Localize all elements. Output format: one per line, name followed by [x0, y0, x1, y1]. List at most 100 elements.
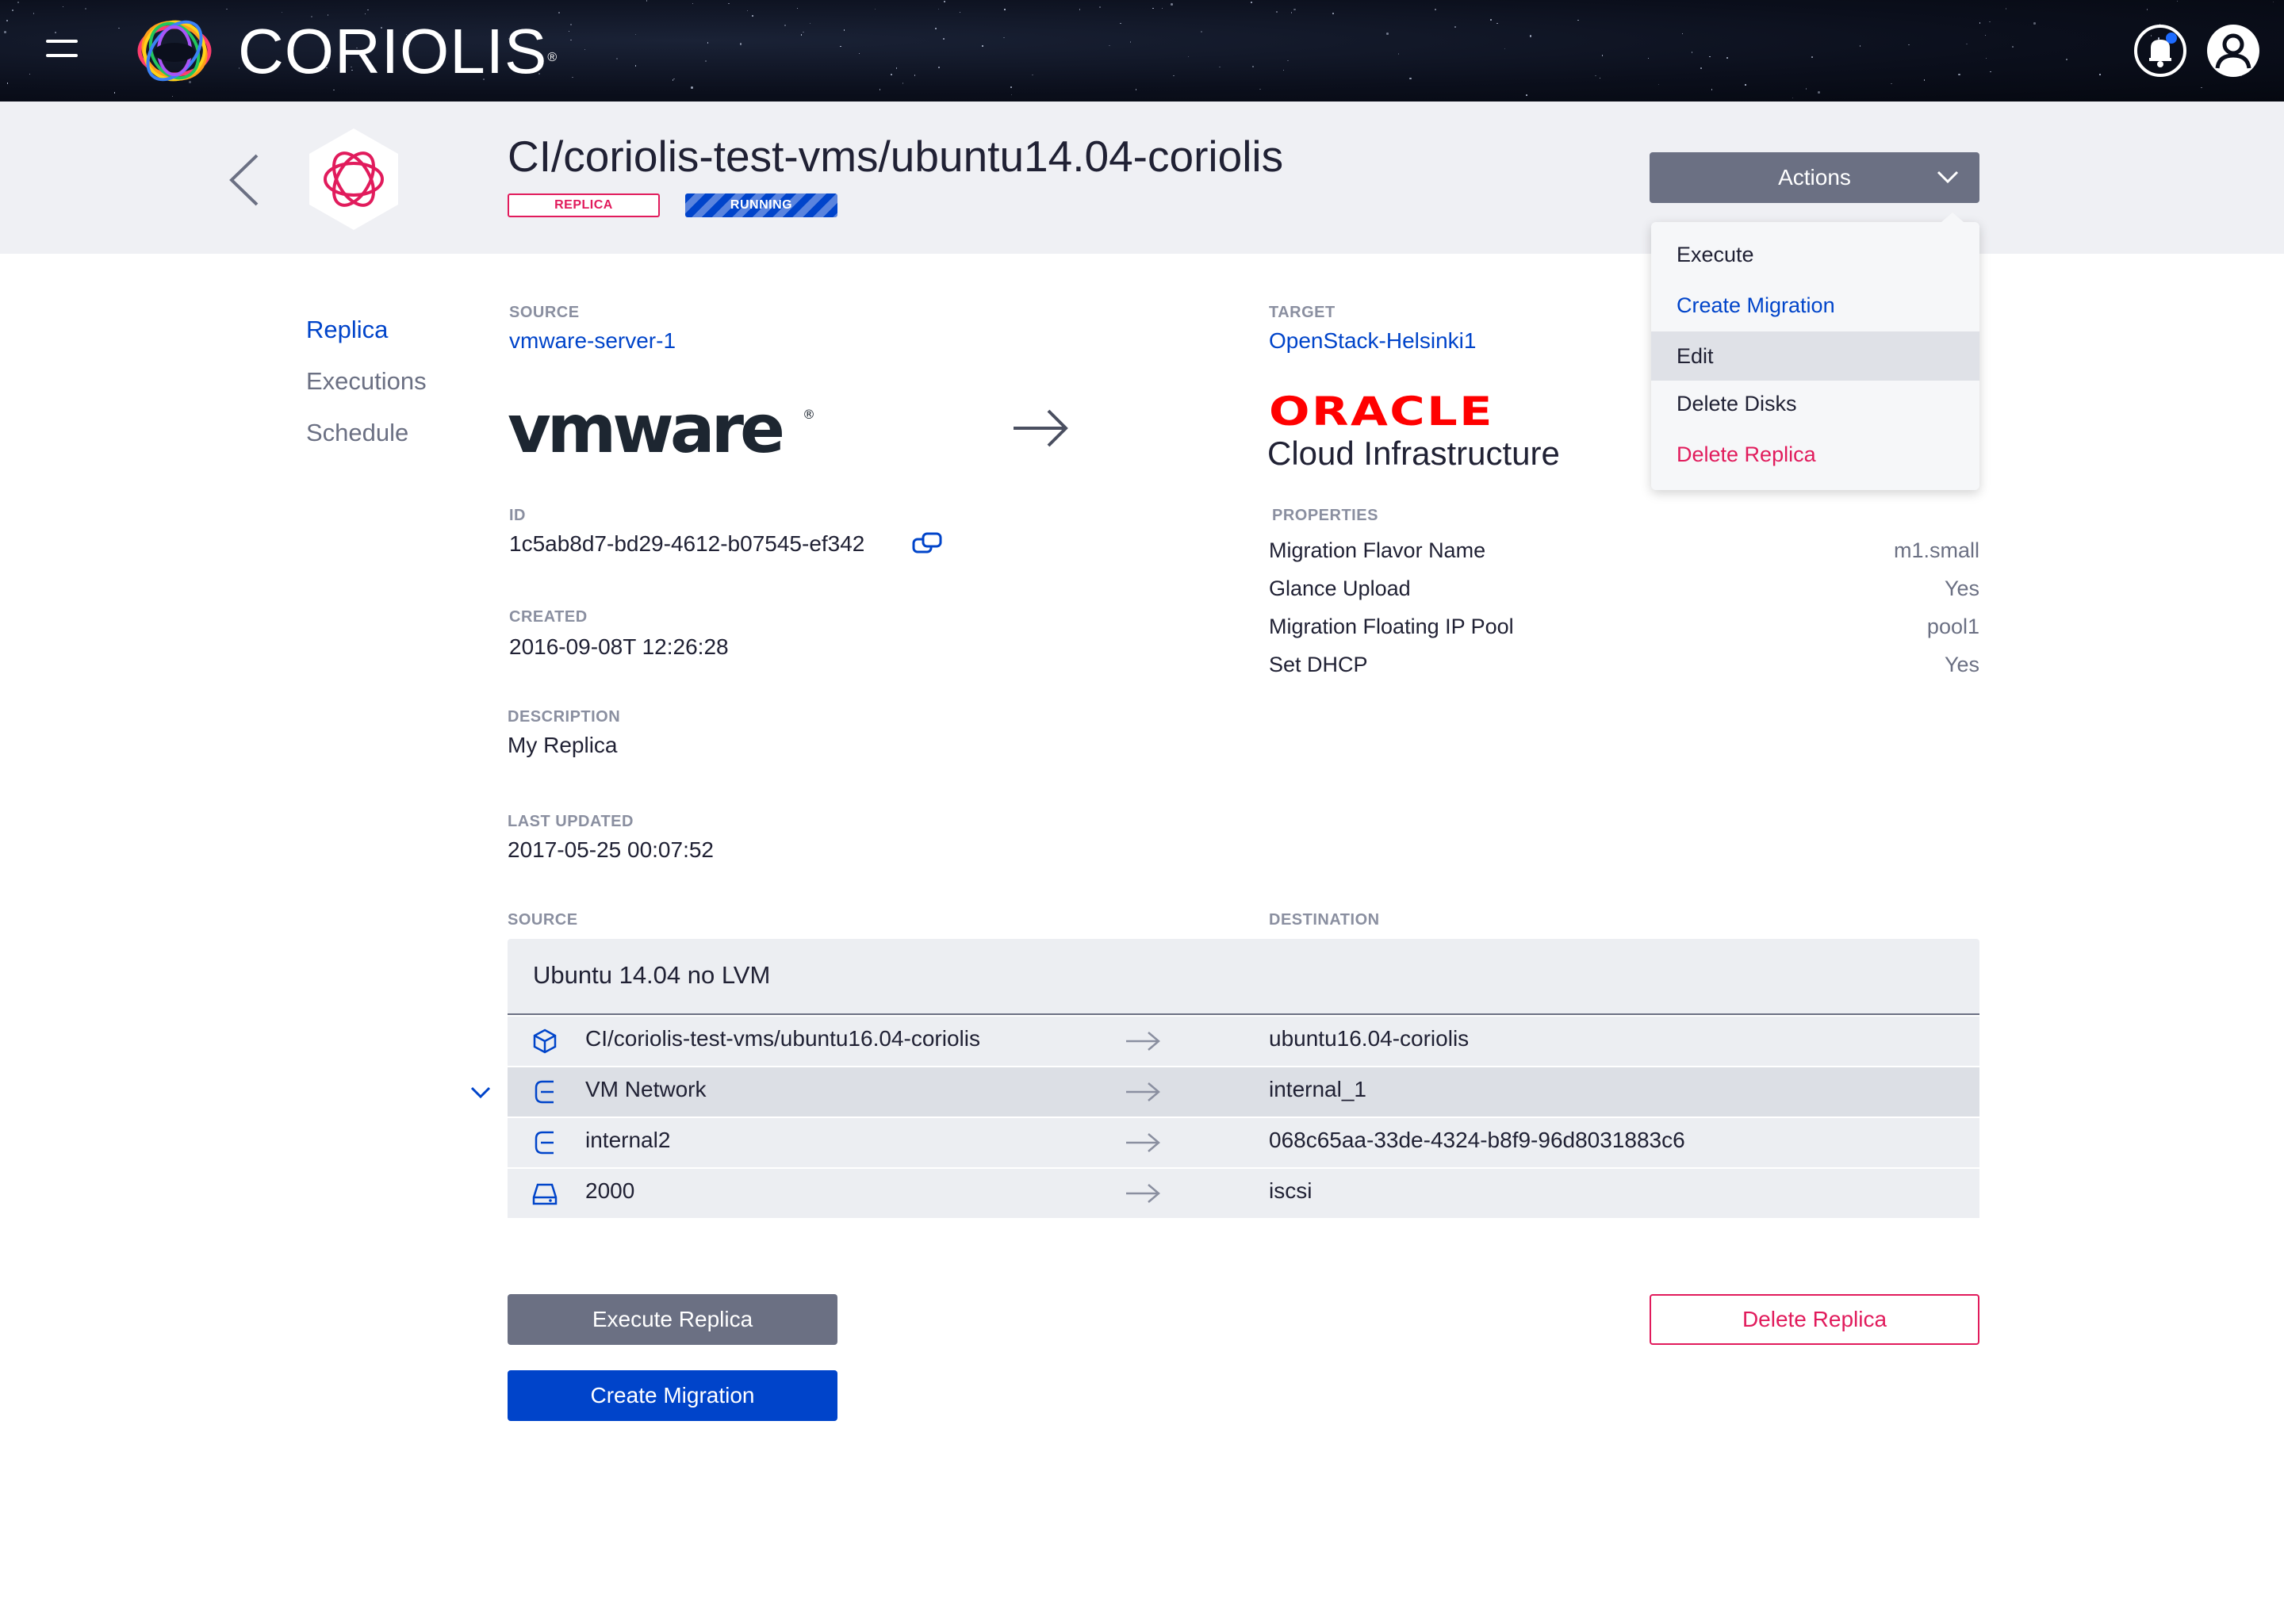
star-decoration	[33, 13, 35, 14]
star-decoration	[2272, 1, 2274, 3]
star-decoration	[226, 8, 228, 10]
copy-icon[interactable]	[912, 531, 942, 555]
star-decoration	[914, 75, 916, 76]
star-decoration	[1099, 6, 1101, 8]
table-row[interactable]: VM Network internal_1	[508, 1067, 1979, 1116]
star-decoration	[2033, 22, 2036, 25]
actions-dropdown-button[interactable]: Actions	[1650, 152, 1979, 203]
source-endpoint-link[interactable]: vmware-server-1	[509, 327, 676, 355]
star-decoration	[568, 30, 570, 33]
instance-cube-icon	[533, 1028, 557, 1054]
mapping-source: internal2	[585, 1128, 671, 1152]
star-decoration	[4, 31, 6, 33]
target-endpoint-link[interactable]: OpenStack-Helsinki1	[1269, 327, 1476, 355]
mapping-destination: iscsi	[1269, 1178, 1313, 1203]
source-label: SOURCE	[509, 304, 580, 321]
menu-item-execute[interactable]: Execute	[1651, 230, 1979, 279]
star-decoration	[17, 2, 19, 3]
arrow-right-icon	[1126, 1032, 1160, 1051]
star-decoration	[942, 37, 945, 40]
star-decoration	[1259, 88, 1261, 90]
star-decoration	[796, 7, 799, 10]
brand-name: CORIOLIS®	[238, 16, 558, 86]
coriolis-logo-icon	[137, 20, 212, 82]
star-decoration	[367, 9, 369, 11]
star-decoration	[62, 6, 64, 7]
star-decoration	[728, 2, 730, 5]
nav-item-replica[interactable]: Replica	[306, 314, 388, 346]
star-decoration	[843, 29, 845, 31]
chevron-down-icon	[1937, 170, 1959, 184]
network-icon	[535, 1080, 554, 1104]
storage-drive-icon	[532, 1183, 558, 1205]
star-decoration	[752, 15, 753, 17]
user-avatar-icon[interactable]	[2206, 24, 2260, 78]
menu-item-create-migration[interactable]: Create Migration	[1651, 281, 1979, 330]
star-decoration	[1010, 94, 1013, 95]
star-decoration	[1979, 22, 1981, 24]
mapping-source: VM Network	[585, 1077, 707, 1101]
star-decoration	[2201, 86, 2202, 89]
star-decoration	[705, 60, 707, 62]
menu-item-delete-disks[interactable]: Delete Disks	[1651, 379, 1979, 428]
back-chevron-icon[interactable]	[227, 152, 262, 208]
status-badge: RUNNING	[685, 193, 837, 217]
star-decoration	[1435, 9, 1436, 10]
star-decoration	[6, 82, 9, 84]
notification-bell-icon[interactable]	[2133, 24, 2187, 78]
menu-icon[interactable]	[46, 40, 81, 59]
star-decoration	[1745, 84, 1746, 86]
star-decoration	[1386, 33, 1389, 35]
actions-label: Actions	[1778, 165, 1851, 190]
menu-item-edit[interactable]: Edit	[1651, 331, 1979, 381]
mapping-destination: ubuntu16.04-coriolis	[1269, 1026, 1470, 1051]
svg-text:vmware: vmware	[508, 396, 782, 460]
star-decoration	[707, 42, 709, 44]
oracle-logo-subtitle: Cloud Infrastructure	[1267, 435, 1560, 472]
star-decoration	[1454, 26, 1456, 28]
nav-item-schedule[interactable]: Schedule	[306, 417, 408, 449]
star-decoration	[281, 11, 283, 13]
star-decoration	[1187, 56, 1190, 58]
property-name: Migration Floating IP Pool	[1269, 615, 1514, 638]
vmware-logo: vmware ®	[508, 396, 815, 460]
star-decoration	[1120, 22, 1121, 24]
star-decoration	[616, 58, 618, 59]
star-decoration	[1691, 52, 1693, 53]
property-row: Migration Flavor Name m1.small	[1269, 534, 1979, 566]
star-decoration	[118, 27, 120, 29]
last-updated-label: LAST UPDATED	[508, 813, 634, 830]
star-decoration	[1173, 75, 1175, 77]
star-decoration	[1287, 59, 1289, 62]
star-decoration	[1990, 71, 1991, 73]
menu-item-delete-replica[interactable]: Delete Replica	[1651, 430, 1979, 479]
star-decoration	[1171, 3, 1173, 6]
execute-replica-button[interactable]: Execute Replica	[508, 1294, 837, 1345]
nav-item-executions[interactable]: Executions	[306, 366, 427, 397]
delete-replica-button[interactable]: Delete Replica	[1650, 1294, 1979, 1345]
star-decoration	[1129, 41, 1132, 43]
property-row: Migration Floating IP Pool pool1	[1269, 611, 1979, 642]
star-decoration	[1201, 31, 1202, 33]
id-value: 1c5ab8d7-bd29-4612-b07545-ef342	[509, 531, 865, 556]
star-decoration	[879, 89, 881, 90]
star-decoration	[1601, 55, 1604, 56]
expand-chevron-icon[interactable]	[469, 1085, 492, 1101]
star-decoration	[1276, 11, 1278, 13]
last-updated-value: 2017-05-25 00:07:52	[508, 837, 714, 862]
star-decoration	[29, 73, 31, 75]
star-decoration	[1726, 57, 1728, 59]
star-decoration	[784, 24, 787, 27]
star-decoration	[333, 89, 335, 91]
star-decoration	[11, 9, 14, 12]
target-label: TARGET	[1269, 304, 1336, 321]
create-migration-button[interactable]: Create Migration	[508, 1370, 837, 1421]
star-decoration	[113, 92, 116, 94]
star-decoration	[1647, 57, 1650, 59]
star-decoration	[1700, 67, 1702, 69]
replica-type-icon	[309, 128, 398, 230]
star-decoration	[938, 67, 940, 68]
star-decoration	[1526, 94, 1527, 96]
replica-badge: REPLICA	[508, 193, 660, 217]
star-decoration	[1891, 82, 1892, 85]
